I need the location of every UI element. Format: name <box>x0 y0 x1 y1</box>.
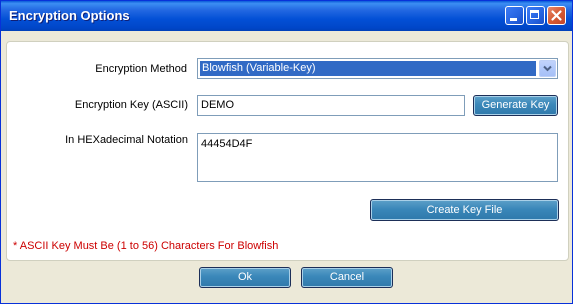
encryption-method-value: Blowfish (Variable-Key) <box>200 61 536 76</box>
title-bar[interactable]: Encryption Options <box>1 1 572 31</box>
encryption-method-label: Encryption Method <box>95 63 187 75</box>
encryption-key-label: Encryption Key (ASCII) <box>74 99 188 111</box>
dropdown-button[interactable] <box>539 60 556 77</box>
window-title: Encryption Options <box>9 8 130 23</box>
hex-notation-label: In HEXadecimal Notation <box>65 134 188 146</box>
encryption-key-field[interactable]: DEMO <box>197 95 465 116</box>
generate-key-button[interactable]: Generate Key <box>473 95 558 116</box>
create-key-file-button[interactable]: Create Key File <box>370 199 559 221</box>
close-icon <box>551 10 562 21</box>
hex-notation-field[interactable]: 44454D4F <box>197 133 558 182</box>
encryption-method-select[interactable]: Blowfish (Variable-Key) <box>197 58 558 79</box>
close-button[interactable] <box>547 6 566 25</box>
cancel-button[interactable]: Cancel <box>301 267 393 288</box>
maximize-button[interactable] <box>526 6 545 25</box>
key-length-note: * ASCII Key Must Be (1 to 56) Characters… <box>13 240 279 252</box>
chevron-down-icon <box>543 65 552 72</box>
ok-button[interactable]: Ok <box>199 267 291 288</box>
minimize-icon <box>510 18 517 21</box>
encryption-options-dialog: Encryption Options Encryption Method Blo… <box>0 0 573 304</box>
minimize-button[interactable] <box>505 6 524 25</box>
maximize-icon <box>530 10 539 19</box>
